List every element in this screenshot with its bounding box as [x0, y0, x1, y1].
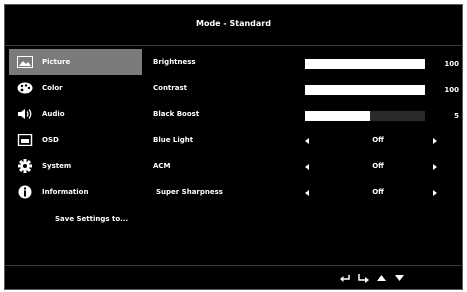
- menu-header: Mode - Standard: [5, 5, 462, 46]
- contrast-value: 100: [444, 86, 459, 94]
- picture-settings: Brightness 100 Contrast 100 Black Boost …: [153, 49, 459, 205]
- brightness-label: Brightness: [153, 58, 196, 66]
- enter-icon[interactable]: [357, 273, 369, 283]
- acm-label: ACM: [153, 162, 171, 170]
- sidebar-item-color[interactable]: Color: [9, 75, 142, 101]
- black-boost-slider[interactable]: [305, 111, 425, 121]
- left-arrow-icon[interactable]: [305, 164, 309, 170]
- super-sharpness-value: Off: [372, 188, 384, 196]
- info-icon: [14, 184, 36, 200]
- sidebar-item-label: OSD: [42, 136, 59, 144]
- blue-light-label: Blue Light: [153, 136, 194, 144]
- mode-title: Mode - Standard: [196, 19, 271, 28]
- black-boost-label: Black Boost: [153, 110, 200, 118]
- right-arrow-icon[interactable]: [433, 164, 437, 170]
- right-arrow-icon[interactable]: [433, 138, 437, 144]
- picture-icon: [14, 54, 36, 70]
- blue-light-row[interactable]: Blue Light Off: [153, 127, 459, 153]
- save-settings-button[interactable]: Save Settings to...: [55, 215, 128, 223]
- osd-menu: Mode - Standard Picture Color Audio OSD …: [4, 4, 463, 290]
- osd-icon: [14, 132, 36, 148]
- sidebar-item-label: Picture: [42, 58, 71, 66]
- speaker-icon: [14, 106, 36, 122]
- sidebar-item-label: Information: [42, 188, 89, 196]
- contrast-slider[interactable]: [305, 85, 425, 95]
- contrast-row[interactable]: Contrast 100: [153, 75, 459, 101]
- sidebar-item-osd[interactable]: OSD: [9, 127, 142, 153]
- contrast-label: Contrast: [153, 84, 187, 92]
- sidebar-item-label: Color: [42, 84, 63, 92]
- right-arrow-icon[interactable]: [433, 190, 437, 196]
- black-boost-slider-fill: [305, 111, 370, 121]
- sidebar-item-information[interactable]: Information: [9, 179, 142, 205]
- sidebar-item-system[interactable]: System: [9, 153, 142, 179]
- up-arrow-icon[interactable]: [375, 273, 387, 283]
- acm-row[interactable]: ACM Off: [153, 153, 459, 179]
- contrast-slider-fill: [305, 85, 425, 95]
- sidebar-item-audio[interactable]: Audio: [9, 101, 142, 127]
- black-boost-value: 5: [454, 112, 459, 120]
- acm-value: Off: [372, 162, 384, 170]
- left-arrow-icon[interactable]: [305, 190, 309, 196]
- sidebar-item-label: System: [42, 162, 72, 170]
- sidebar-item-label: Audio: [42, 110, 65, 118]
- super-sharpness-label: Super Sharpness: [156, 188, 223, 196]
- blue-light-value: Off: [372, 136, 384, 144]
- brightness-slider[interactable]: [305, 59, 425, 69]
- brightness-value: 100: [444, 60, 459, 68]
- left-arrow-icon[interactable]: [305, 138, 309, 144]
- sidebar-item-picture[interactable]: Picture: [9, 49, 142, 75]
- palette-icon: [14, 80, 36, 96]
- exit-icon[interactable]: [339, 273, 351, 283]
- down-arrow-icon[interactable]: [393, 273, 405, 283]
- black-boost-row[interactable]: Black Boost 5: [153, 101, 459, 127]
- brightness-slider-fill: [305, 59, 425, 69]
- super-sharpness-row[interactable]: Super Sharpness Off: [153, 179, 459, 205]
- footer-controls: [339, 273, 405, 283]
- gear-icon: [14, 158, 36, 174]
- footer-divider: [5, 265, 462, 266]
- brightness-row[interactable]: Brightness 100: [153, 49, 459, 75]
- sidebar: Picture Color Audio OSD System Informati…: [9, 49, 142, 223]
